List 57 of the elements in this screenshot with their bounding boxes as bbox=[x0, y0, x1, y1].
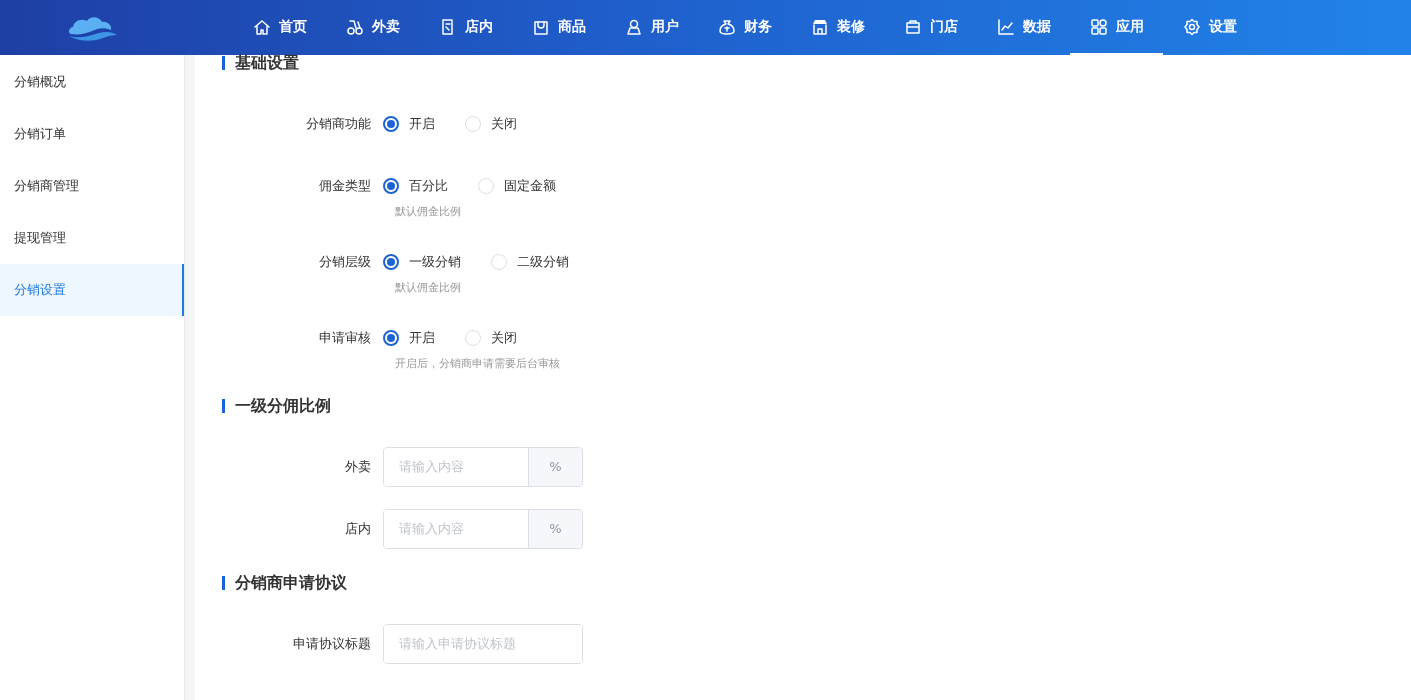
sidebar-item[interactable]: 分销设置 bbox=[0, 264, 184, 316]
cloud-logo-icon bbox=[66, 14, 119, 41]
hint-text: 默认佣金比例 bbox=[395, 204, 462, 220]
hint-text: 开启后，分销商申请需要后台审核 bbox=[395, 356, 561, 372]
percent-addon: % bbox=[528, 448, 582, 486]
nav-tab[interactable]: 商品 bbox=[512, 0, 605, 55]
shop-icon bbox=[903, 17, 922, 36]
section-title: 一级分佣比例 bbox=[235, 395, 331, 417]
sidebar-item[interactable]: 分销概况 bbox=[0, 56, 184, 108]
section-marker bbox=[222, 399, 225, 413]
nav-tab[interactable]: 设置 bbox=[1163, 0, 1256, 55]
hint-text: 默认佣金比例 bbox=[395, 280, 462, 296]
nav-tab[interactable]: 外卖 bbox=[326, 0, 419, 55]
nav-tab[interactable]: 装修 bbox=[791, 0, 884, 55]
sidebar-item[interactable]: 分销订单 bbox=[0, 108, 184, 160]
radio-button[interactable] bbox=[383, 330, 399, 346]
field-label: 佣金类型 bbox=[318, 177, 372, 196]
radio-option[interactable]: 开启 bbox=[383, 114, 435, 134]
nav-tab[interactable]: 应用 bbox=[1070, 0, 1163, 55]
field-label: 分销商功能 bbox=[305, 115, 372, 134]
house-icon bbox=[252, 17, 271, 36]
section-marker bbox=[222, 576, 225, 590]
person-icon bbox=[624, 17, 643, 36]
settings-icon bbox=[1182, 17, 1201, 36]
radio-option[interactable]: 一级分销 bbox=[383, 252, 461, 272]
percent-addon: % bbox=[528, 510, 582, 548]
sidebar-item[interactable]: 提现管理 bbox=[0, 212, 184, 264]
storefront-icon bbox=[810, 17, 829, 36]
radio-option[interactable]: 百分比 bbox=[383, 176, 448, 196]
radio-option[interactable]: 开启 bbox=[383, 328, 435, 348]
sidebar-item[interactable]: 分销商管理 bbox=[0, 160, 184, 212]
field-label: 申请审核 bbox=[318, 329, 372, 348]
radio-button[interactable] bbox=[383, 116, 399, 132]
field-label: 店内 bbox=[344, 520, 372, 539]
radio-option[interactable]: 固定金额 bbox=[478, 176, 556, 196]
field-label: 外卖 bbox=[344, 458, 372, 477]
nav-tab[interactable]: 店内 bbox=[419, 0, 512, 55]
radio-button[interactable] bbox=[383, 178, 399, 194]
grid-icon bbox=[1089, 17, 1108, 36]
input-field[interactable]: 请输入申请协议标题 bbox=[383, 624, 583, 664]
section-title: 分销商申请协议 bbox=[235, 572, 347, 594]
section-title: 基础设置 bbox=[235, 52, 299, 74]
field-label: 申请协议标题 bbox=[292, 635, 372, 654]
nav-tab[interactable]: 用户 bbox=[605, 0, 698, 55]
nav-tab[interactable]: 数据 bbox=[977, 0, 1070, 55]
section-marker bbox=[222, 56, 225, 70]
radio-option[interactable]: 关闭 bbox=[465, 328, 517, 348]
radio-option[interactable]: 二级分销 bbox=[491, 252, 569, 272]
nav-tab[interactable]: 财务 bbox=[698, 0, 791, 55]
radio-button[interactable] bbox=[383, 254, 399, 270]
line-chart-icon bbox=[996, 17, 1015, 36]
radio-option[interactable]: 关闭 bbox=[465, 114, 517, 134]
nav-tab[interactable]: 首页 bbox=[233, 0, 326, 55]
nav-tab[interactable]: 门店 bbox=[884, 0, 977, 55]
scooter-icon bbox=[345, 17, 364, 36]
field-label: 分销层级 bbox=[318, 253, 372, 272]
money-bag-icon bbox=[717, 17, 736, 36]
